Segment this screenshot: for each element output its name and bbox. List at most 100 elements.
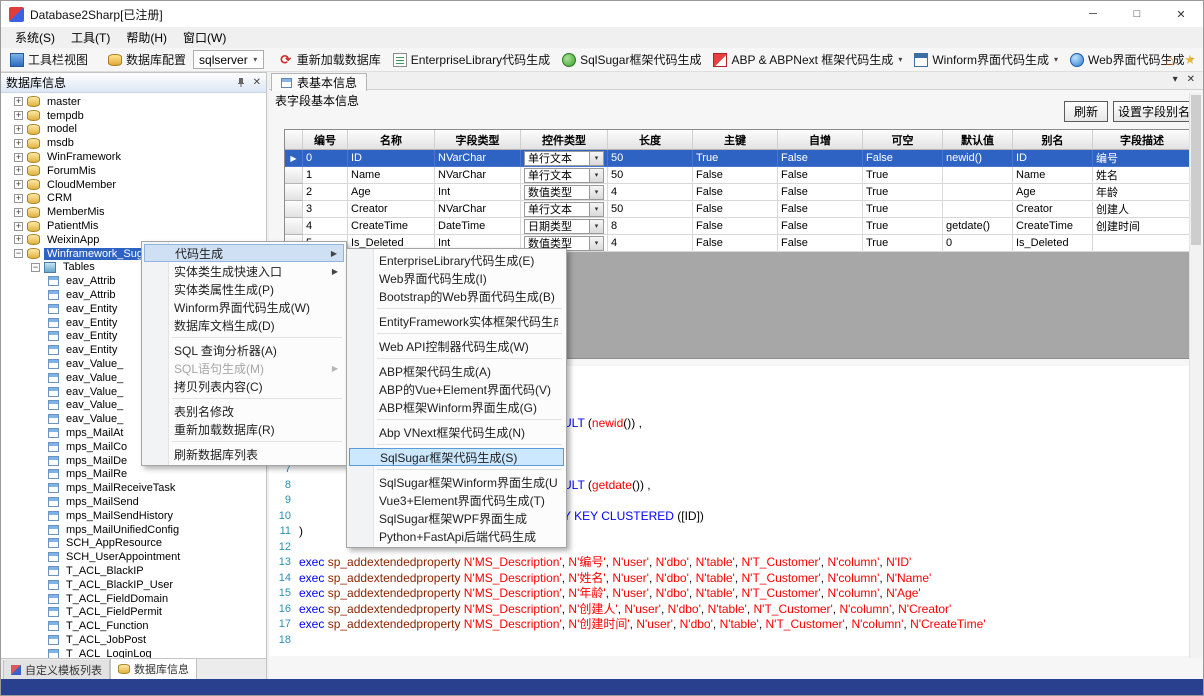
set-field-alias-button[interactable]: 设置字段别名 — [1113, 101, 1191, 122]
tree-node-database[interactable]: +tempdb — [1, 109, 266, 123]
tree-node-table[interactable]: mps_MailUnifiedConfig — [1, 523, 266, 537]
context-menu-item[interactable]: 实体类属性生成(P) — [144, 280, 344, 298]
submenu-item[interactable]: SqlSugar框架代码生成(S) — [349, 448, 564, 466]
grid-column-header[interactable]: 自增 — [778, 130, 863, 150]
tree-node-database[interactable]: +master — [1, 95, 266, 109]
control-type-combo[interactable]: 日期类型▾ — [524, 219, 604, 234]
menubar-item[interactable]: 系统(S) — [7, 27, 63, 48]
menubar-item[interactable]: 窗口(W) — [175, 27, 234, 48]
expander-icon[interactable]: + — [14, 208, 23, 217]
menubar-item[interactable]: 帮助(H) — [118, 27, 175, 48]
expander-icon[interactable]: + — [14, 111, 23, 120]
expander-icon[interactable]: − — [31, 263, 40, 272]
tree-node-table[interactable]: T_ACL_BlackIP_User — [1, 578, 266, 592]
grid-column-header[interactable]: 字段类型 — [435, 130, 521, 150]
context-menu-item[interactable]: 实体类生成快速入口▶ — [144, 262, 344, 280]
tree-node-table[interactable]: mps_MailReceiveTask — [1, 481, 266, 495]
toolbar-button[interactable]: EnterpriseLibrary代码生成 — [388, 49, 555, 70]
grid-column-header[interactable]: 名称 — [348, 130, 435, 150]
tree-node-database[interactable]: +ForumMis — [1, 164, 266, 178]
row-selector[interactable] — [285, 201, 303, 218]
tree-node-database[interactable]: +model — [1, 123, 266, 137]
tree-node-table[interactable]: mps_MailRe — [1, 468, 266, 482]
maximize-button[interactable]: □ — [1115, 1, 1159, 27]
toolbar-button[interactable]: Winform界面代码生成▾ — [909, 49, 1063, 70]
submenu-item[interactable]: EnterpriseLibrary代码生成(E) — [349, 251, 564, 269]
context-menu-item[interactable]: SQL 查询分析器(A) — [144, 341, 344, 359]
grid-column-header[interactable]: 字段描述 — [1093, 130, 1191, 150]
submenu-item[interactable]: ABP框架Winform界面生成(G) — [349, 398, 564, 416]
tree-node-table[interactable]: T_ACL_JobPost — [1, 633, 266, 647]
table-row[interactable]: ▶0IDNVarChar单行文本▾50TrueFalseFalsenewid()… — [285, 150, 1190, 167]
expander-icon[interactable]: + — [14, 153, 23, 162]
theme-icon[interactable] — [1183, 53, 1197, 67]
grid-column-header[interactable]: 控件类型 — [521, 130, 608, 150]
vertical-scrollbar[interactable] — [1189, 93, 1202, 658]
submenu-item[interactable]: ABP框架代码生成(A) — [349, 362, 564, 380]
expander-icon[interactable]: + — [14, 194, 23, 203]
context-menu-item[interactable]: 代码生成▶ — [144, 244, 344, 262]
scrollbar-thumb[interactable] — [1191, 95, 1201, 245]
toolbar-button[interactable]: 数据库配置 — [103, 49, 191, 70]
submenu-item[interactable]: SqlSugar框架WPF界面生成 — [349, 509, 564, 527]
submenu-item[interactable]: Abp VNext框架代码生成(N) — [349, 423, 564, 441]
expander-icon[interactable]: − — [14, 249, 23, 258]
grid-column-header[interactable]: 默认值 — [943, 130, 1013, 150]
control-type-combo[interactable]: 数值类型▾ — [524, 185, 604, 200]
close-panel-icon[interactable]: ✕ — [253, 77, 261, 88]
table-row[interactable]: 2AgeInt数值类型▾4FalseFalseTrueAge年龄 — [285, 184, 1190, 201]
submenu-item[interactable]: Python+FastApi后端代码生成 — [349, 527, 564, 545]
control-type-combo[interactable]: 单行文本▾ — [524, 202, 604, 217]
close-document-icon[interactable]: ✕ — [1187, 74, 1195, 85]
menubar-item[interactable]: 工具(T) — [63, 27, 118, 48]
tree-node-database[interactable]: +PatientMis — [1, 219, 266, 233]
home-icon[interactable] — [1163, 53, 1177, 67]
tree-node-database[interactable]: +MemberMis — [1, 205, 266, 219]
tree-node-database[interactable]: +msdb — [1, 136, 266, 150]
grid-column-header[interactable]: 主键 — [693, 130, 778, 150]
toolbar-button[interactable]: 工具栏视图 — [5, 49, 93, 70]
expander-icon[interactable]: + — [14, 180, 23, 189]
tree-node-table[interactable]: T_ACL_FieldPermit — [1, 605, 266, 619]
table-row[interactable]: 1NameNVarChar单行文本▾50FalseFalseTrueName姓名 — [285, 167, 1190, 184]
tree-node-table[interactable]: T_ACL_BlackIP — [1, 564, 266, 578]
grid-column-header[interactable]: 长度 — [608, 130, 693, 150]
row-selector[interactable] — [285, 218, 303, 235]
expander-icon[interactable]: + — [14, 222, 23, 231]
minimize-button[interactable]: ─ — [1071, 1, 1115, 27]
row-selector[interactable] — [285, 167, 303, 184]
grid-column-header[interactable]: 可空 — [863, 130, 943, 150]
submenu-item[interactable]: Web界面代码生成(I) — [349, 269, 564, 287]
expander-icon[interactable]: + — [14, 139, 23, 148]
context-menu-item[interactable]: SQL语句生成(M)▶ — [144, 359, 344, 377]
grid-column-header[interactable]: 编号 — [303, 130, 348, 150]
toolbar-button[interactable]: SqlSugar框架代码生成 — [557, 49, 706, 70]
tree-node-database[interactable]: +CRM — [1, 192, 266, 206]
pin-icon[interactable] — [236, 77, 246, 88]
submenu-item[interactable]: Bootstrap的Web界面代码生成(B) — [349, 287, 564, 305]
tree-node-database[interactable]: +WinFramework — [1, 150, 266, 164]
tree-node-table[interactable]: mps_MailSendHistory — [1, 509, 266, 523]
context-menu-item[interactable]: 数据库文档生成(D) — [144, 316, 344, 334]
tree-node-table[interactable]: SCH_UserAppointment — [1, 550, 266, 564]
tree-node-table[interactable]: SCH_AppResource — [1, 537, 266, 551]
tree-node-table[interactable]: T_ACL_LoginLog — [1, 647, 266, 658]
table-row[interactable]: 3CreatorNVarChar单行文本▾50FalseFalseTrueCre… — [285, 201, 1190, 218]
context-menu-item[interactable]: 拷贝列表内容(C) — [144, 377, 344, 395]
context-menu-item[interactable]: 刷新数据库列表 — [144, 445, 344, 463]
tab-custom-template-list[interactable]: 自定义模板列表 — [3, 660, 110, 680]
tree-node-table[interactable]: T_ACL_FieldDomain — [1, 592, 266, 606]
tab-table-basic-info[interactable]: 表基本信息 — [271, 73, 367, 91]
submenu-item[interactable]: Web API控制器代码生成(W) — [349, 337, 564, 355]
toolbar-button[interactable]: 重新加载数据库 — [274, 49, 386, 70]
control-type-combo[interactable]: 单行文本▾ — [524, 168, 604, 183]
expander-icon[interactable]: + — [14, 125, 23, 134]
refresh-button[interactable]: 刷新 — [1064, 101, 1108, 122]
tab-database-info[interactable]: 数据库信息 — [110, 659, 197, 680]
table-row[interactable]: 4CreateTimeDateTime日期类型▾8FalseFalseTrueg… — [285, 218, 1190, 235]
row-selector[interactable]: ▶ — [285, 150, 303, 167]
tree-node-table[interactable]: mps_MailSend — [1, 495, 266, 509]
expander-icon[interactable]: + — [14, 235, 23, 244]
expander-icon[interactable]: + — [14, 97, 23, 106]
submenu-item[interactable]: EntityFramework实体框架代码生成(F) — [349, 312, 564, 330]
